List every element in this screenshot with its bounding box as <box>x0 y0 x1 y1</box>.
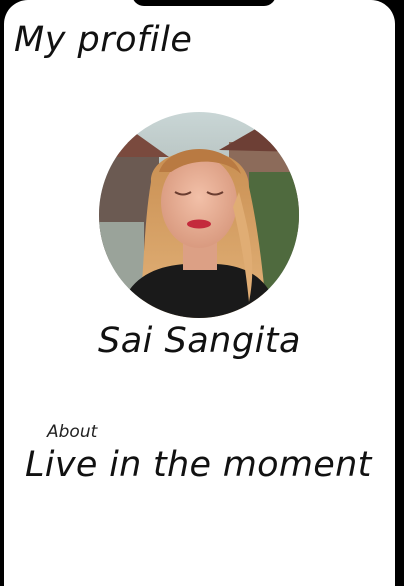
page-title: My profile <box>14 20 193 60</box>
about-label: About <box>47 422 98 442</box>
about-text: Live in the moment <box>25 445 372 485</box>
phone-screen: My profile Sai Sangita About Live in the… <box>4 0 395 586</box>
device-notch <box>132 0 276 6</box>
avatar[interactable] <box>99 112 299 318</box>
avatar-photo-icon <box>99 112 299 318</box>
profile-name: Sai Sangita <box>98 321 301 361</box>
